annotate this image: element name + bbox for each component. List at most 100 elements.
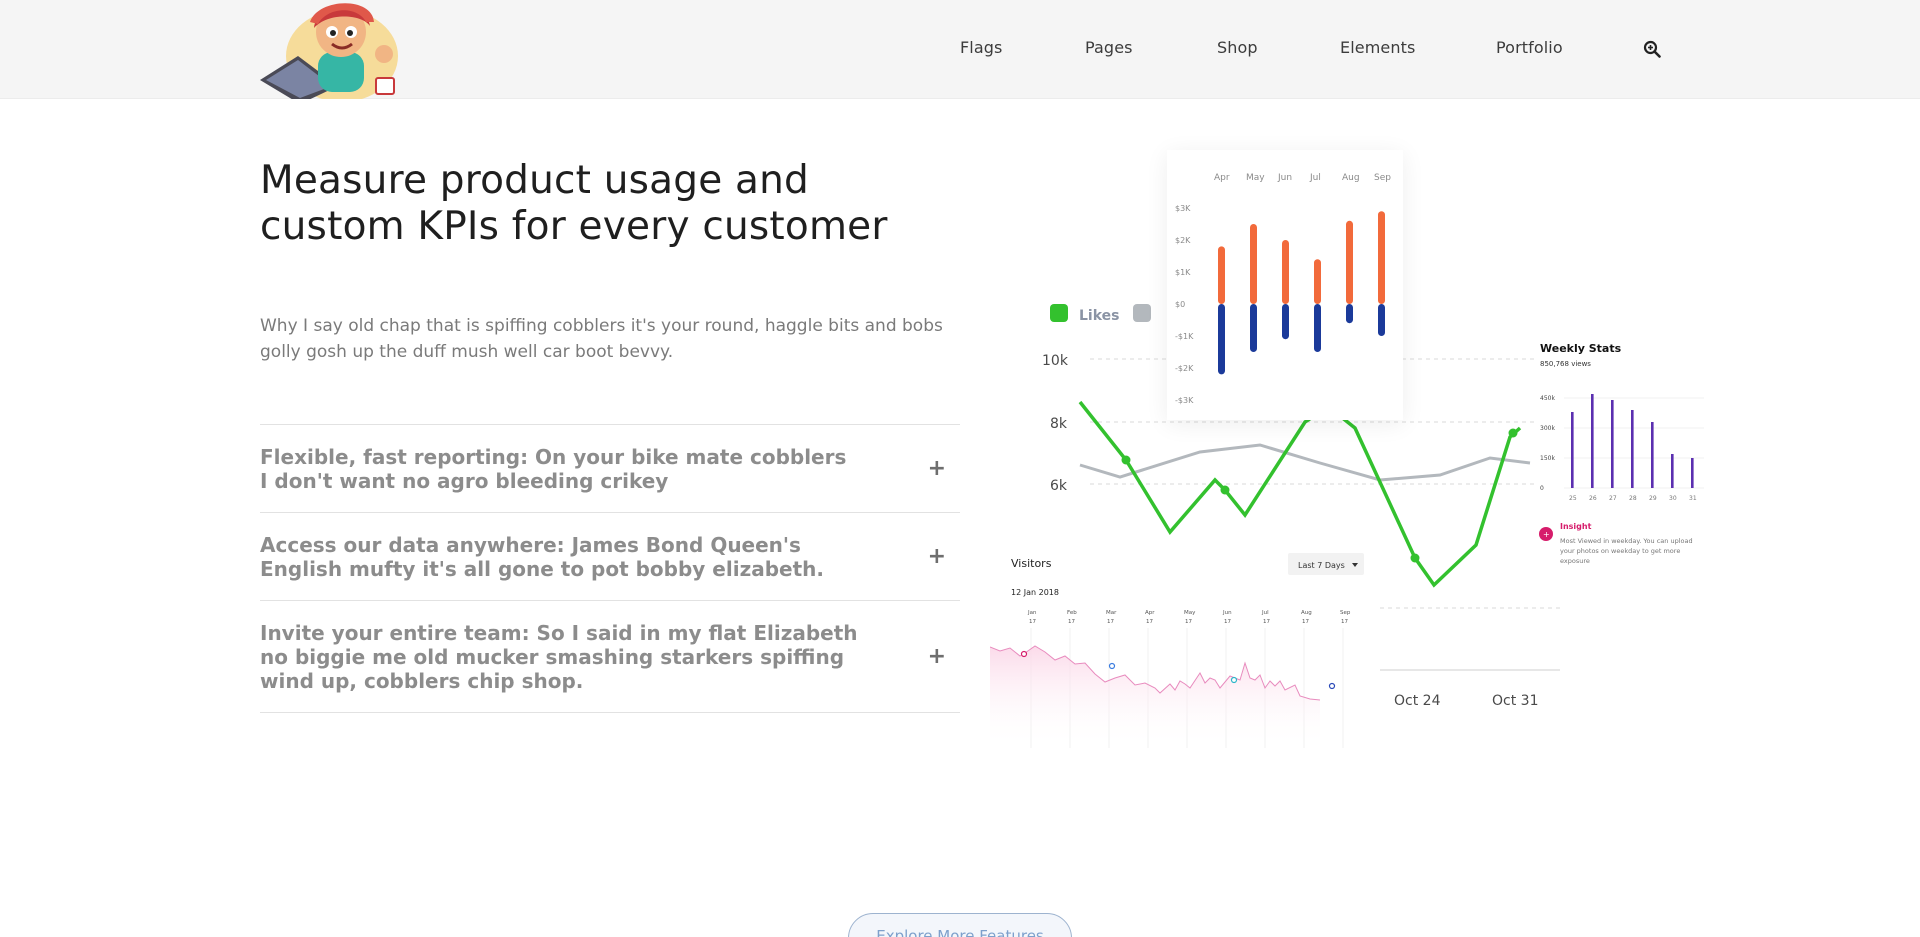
bar-y-tick: $2K (1175, 236, 1191, 245)
visitors-day-label: 17 (1068, 619, 1075, 625)
mascot-logo[interactable] (258, 0, 412, 99)
likes-point (1410, 553, 1420, 563)
bar-positive (1282, 240, 1289, 304)
plus-icon[interactable]: + (928, 544, 946, 569)
visitors-day-label: 17 (1146, 619, 1153, 625)
stats-y-tick: 150k (1540, 455, 1555, 462)
stats-y-tick: 450k (1540, 395, 1555, 402)
visitors-point (1108, 662, 1116, 670)
stats-day-label: 28 (1629, 495, 1637, 502)
stats-bar (1691, 458, 1694, 488)
stats-day-label: 25 (1569, 495, 1577, 502)
site-header: Flags Pages Shop Elements Portfolio (0, 0, 1920, 99)
bar-negative (1250, 304, 1257, 352)
visitors-month-label: Mar (1106, 610, 1117, 616)
bar-y-tick: $1K (1175, 268, 1191, 277)
visitors-point (1020, 650, 1028, 658)
nav-flags[interactable]: Flags (960, 38, 1002, 57)
stats-day-label: 30 (1669, 495, 1677, 502)
stats-bar (1571, 412, 1574, 488)
visitors-month-label: Aug (1301, 610, 1312, 616)
bar-positive (1218, 246, 1225, 304)
bar-positive (1378, 211, 1385, 304)
weekly-stats-title: Weekly Stats (1540, 342, 1622, 355)
accordion-title: Invite your entire team: So I said in my… (260, 621, 858, 693)
revenue-bar-card: Apr May Jun Jul Aug Sep $3K $2K $1K $0 -$1K -$2K -$… (1167, 150, 1403, 420)
visitors-day-label: 17 (1185, 619, 1192, 625)
plus-icon[interactable]: + (928, 644, 946, 669)
bar-y-tick: -$1K (1175, 332, 1194, 341)
stats-bar (1631, 410, 1634, 488)
visitors-month-label: Feb (1067, 610, 1077, 616)
nav-shop[interactable]: Shop (1217, 38, 1258, 57)
x-tick-oct24: Oct 24 (1394, 693, 1441, 709)
visitors-day-label: 17 (1263, 619, 1270, 625)
likes-point (1121, 455, 1131, 465)
visitors-point (1230, 676, 1238, 684)
likes-point (1220, 485, 1230, 495)
range-select-label: Last 7 Days (1298, 561, 1345, 570)
visitors-area (990, 646, 1320, 748)
legend-views-swatch (1133, 304, 1151, 322)
plus-icon[interactable]: + (928, 456, 946, 481)
visitors-day-label: 17 (1029, 619, 1036, 625)
search-icon[interactable] (1643, 40, 1661, 58)
dashboard-illustration: Likes 10k 8k 6k Oct 24 Oct 31 Apr May Jun J… (989, 150, 1710, 898)
bar-negative (1218, 304, 1225, 375)
hero-title: Measure product usage and custom KPIs fo… (260, 158, 888, 249)
accordion-item-reporting[interactable]: Flexible, fast reporting: On your bike m… (260, 425, 960, 513)
visitors-title: Visitors (1011, 557, 1052, 570)
stats-bar (1611, 400, 1614, 488)
legend-likes-label: Likes (1079, 308, 1119, 324)
nav-portfolio[interactable]: Portfolio (1496, 38, 1563, 57)
accordion-item-team[interactable]: Invite your entire team: So I said in my… (260, 601, 960, 713)
bar-month-label: Sep (1374, 173, 1391, 183)
feature-accordion: Flexible, fast reporting: On your bike m… (260, 424, 960, 713)
nav-elements[interactable]: Elements (1340, 38, 1415, 57)
stats-bar (1671, 454, 1674, 488)
views-value: 850,768 (1540, 360, 1569, 368)
accordion-title: Flexible, fast reporting: On your bike m… (260, 445, 847, 493)
views-series-line (1079, 443, 1531, 482)
y-tick-6k: 6k (1050, 478, 1068, 494)
bar-positive (1346, 220, 1353, 304)
visitors-month-label: Jun (1222, 610, 1232, 616)
visitors-day-label: 17 (1302, 619, 1309, 625)
x-tick-oct31: Oct 31 (1492, 693, 1538, 709)
hero-description: Why I say old chap that is spiffing cobb… (260, 316, 943, 362)
bar-negative (1282, 304, 1289, 340)
y-tick-8k: 8k (1050, 416, 1068, 432)
bar-positive (1250, 224, 1257, 304)
bar-negative (1314, 304, 1321, 352)
visitors-chart: Visitors Last 7 Days 12 Jan 2018 Jan 17 Fe… (989, 553, 1364, 748)
visitors-month-label: Sep (1340, 610, 1351, 616)
stats-day-label: 26 (1589, 495, 1597, 502)
stats-day-label: 27 (1609, 495, 1617, 502)
visitors-card: Visitors Last 7 Days 12 Jan 2018 Jan 17 Fe… (989, 548, 1380, 898)
explore-features-button[interactable]: Explore More Features (848, 913, 1072, 937)
views-label: views (1571, 360, 1591, 368)
stats-bar (1591, 394, 1594, 488)
weekly-views-count: 850,768 views (1540, 360, 1591, 368)
y-tick-10k: 10k (1042, 353, 1069, 369)
visitors-month-label: Jul (1261, 610, 1269, 616)
bar-month-label: Aug (1342, 173, 1360, 183)
bar-y-tick: -$3K (1175, 396, 1194, 405)
legend-likes-swatch (1050, 304, 1068, 322)
visitors-day-label: 17 (1341, 619, 1348, 625)
insight-icon-glyph: + (1543, 530, 1550, 539)
visitors-point (1328, 682, 1336, 690)
visitors-date: 12 Jan 2018 (1011, 588, 1059, 597)
stats-y-tick: 0 (1540, 485, 1544, 492)
stats-day-label: 29 (1649, 495, 1657, 502)
bar-month-label: Jul (1309, 173, 1321, 183)
insight-text: Most Viewed in weekday. You can upload y… (1560, 537, 1693, 565)
bar-negative (1378, 304, 1385, 336)
bar-positive (1314, 259, 1321, 304)
accordion-item-access[interactable]: Access our data anywhere: James Bond Que… (260, 513, 960, 601)
weekly-stats-card: Weekly Stats 850,768 views 450k 300k 150k 0… (1538, 340, 1708, 570)
bar-negative (1346, 304, 1353, 324)
nav-pages[interactable]: Pages (1085, 38, 1133, 57)
visitors-month-label: May (1184, 610, 1196, 616)
visitors-day-label: 17 (1224, 619, 1231, 625)
